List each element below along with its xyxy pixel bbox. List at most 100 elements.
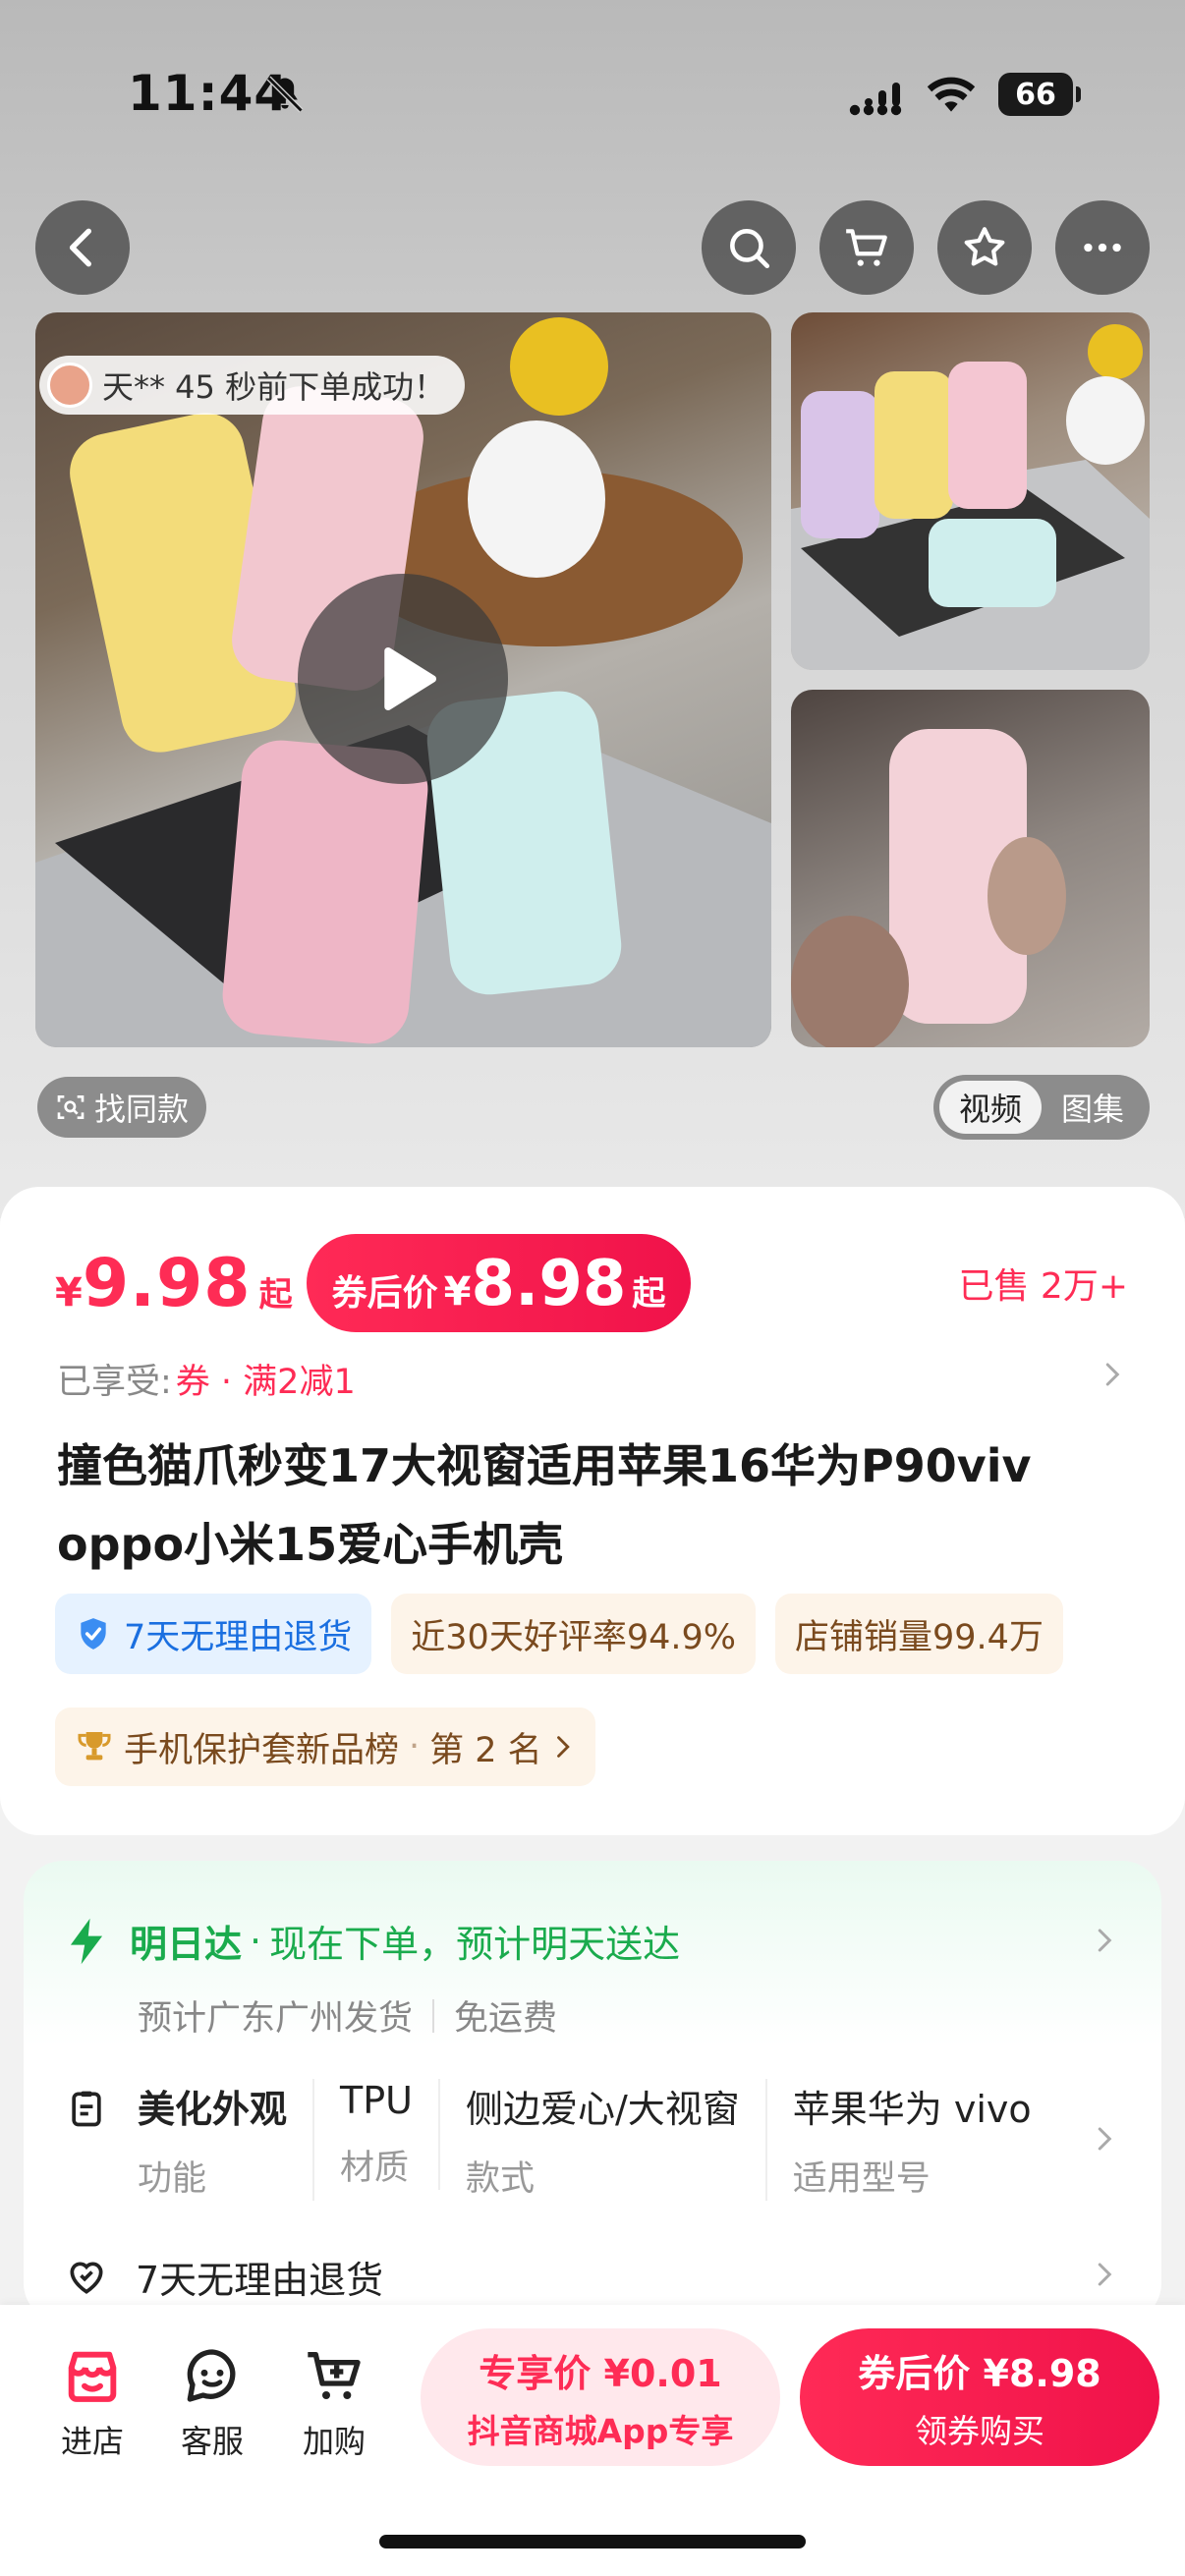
returns-label: 7天无理由退货 [136,2259,384,2302]
home-indicator [379,2535,806,2548]
promotions-row[interactable]: 已享受: 券 · 满2减1 [57,1354,356,1404]
coupon-price-value: 8.98 [471,1248,627,1320]
add-to-cart-button[interactable]: 加购 [285,2344,383,2462]
status-bar: 11:44 66 [0,0,1185,196]
attribute-value: 苹果华为 vivo [792,2088,1032,2131]
customer-service-button[interactable]: 客服 [163,2344,261,2462]
ranking-position: 第 2 名 [429,1730,542,1770]
divider [432,1998,435,2033]
cart-button[interactable] [819,200,914,295]
buy-action-label: 领券购买 [915,2411,1044,2450]
ranking-label: 手机保护套新品榜 [124,1730,400,1770]
bell-muted-icon [266,76,304,113]
store-button[interactable]: 进店 [43,2344,141,2462]
coupon-currency: ¥ [443,1269,472,1315]
ranking-separator: · [409,1727,421,1766]
customer-service-label: 客服 [180,2423,244,2460]
attribute-key: 款式 [465,2159,535,2199]
trophy-icon [78,1732,111,1761]
price-value: 9.98 [82,1244,252,1322]
cart-plus-icon [308,2352,361,2399]
coupon-price-suffix: 起 [632,1274,666,1314]
chevron-right-icon [1098,2263,1112,2286]
promotions-label: 已享受: [57,1363,172,1402]
price-row: ¥ 9.98 起 券后价 ¥ 8.98 起 [55,1234,692,1332]
recent-order-text: 天** 45 秒前下单成功！ [102,368,446,406]
avatar [47,363,92,408]
shield-check-icon [81,1618,106,1650]
gallery-thumbnail-2[interactable] [791,690,1150,1047]
promotions-value: 券 · 满2减1 [175,1363,356,1402]
current-price: ¥ 9.98 起 [55,1245,293,1322]
exclusive-price-button[interactable]: 专享价 ¥0.01 抖音商城App专享 [421,2328,780,2466]
attribute-key: 适用型号 [792,2159,931,2199]
ship-origin: 预计广东广州发货 [138,1999,414,2039]
wifi-icon [927,77,976,112]
returns-row[interactable]: 7天无理由退货 [65,2250,383,2304]
exclusive-price-label: 专享价 ¥0.01 [479,2351,722,2395]
heart-return-icon [70,2261,103,2294]
chevron-right-icon [556,1736,570,1758]
store-icon [68,2351,117,2402]
more-button[interactable] [1055,200,1150,295]
cart-icon [846,229,887,266]
cellular-signal-icon [849,83,902,116]
search-button[interactable] [702,200,796,295]
attributes-list: 美化外观 功能 TPU 材质 侧边爱心/大视窗 款式 苹果华为 vivo 适用型… [65,2079,1083,2201]
store-label: 进店 [60,2423,124,2460]
chat-bubble-icon [187,2349,236,2402]
tag-free-return-label: 7天无理由退货 [124,1617,353,1657]
phone-cases-photo-2 [791,324,1150,670]
lightning-icon [70,1918,103,1964]
product-title: 撞色猫爪秒变17大视窗适用苹果16华为P90viv oppo小米15爱心手机壳 [57,1439,1032,1571]
currency-symbol: ¥ [55,1269,83,1316]
tag-rating[interactable]: 近30天好评率94.9% [391,1594,757,1674]
coupon-price-label: 券后价 [331,1273,438,1314]
media-type-toggle: 视频 图集 [933,1075,1150,1140]
attribute-key: 材质 [340,2149,410,2188]
buy-with-coupon-button[interactable]: 券后价 ¥8.98 领券购买 [800,2328,1159,2466]
attribute-key: 功能 [138,2159,207,2199]
add-to-cart-label: 加购 [302,2423,366,2460]
recent-order-toast: 天** 45 秒前下单成功！ [39,356,466,415]
attribute-compatible-models: 苹果华为 vivo 适用型号 [793,2079,1057,2201]
toggle-video[interactable]: 视频 [939,1081,1042,1134]
play-button[interactable] [298,574,508,784]
attributes-row[interactable]: 美化外观 功能 TPU 材质 侧边爱心/大视窗 款式 苹果华为 vivo 适用型… [0,2073,1091,2201]
attribute-value: TPU [340,2079,413,2122]
attribute-function: 美化外观 功能 [138,2079,315,2201]
favorite-button[interactable] [937,200,1032,295]
chevron-right-icon [1105,1363,1120,1386]
phone-case-in-hand-photo [791,729,1066,1047]
chevron-right-icon [1098,2127,1112,2151]
toggle-gallery[interactable]: 图集 [1042,1081,1144,1134]
image-search-icon [57,1095,85,1119]
gallery-thumbnail-1[interactable] [791,312,1150,670]
more-dots-icon [1084,243,1121,252]
ranking-badge[interactable]: 手机保护套新品榜 · 第 2 名 [55,1708,595,1786]
price-suffix: 起 [258,1274,293,1315]
attribute-value: 侧边爱心/大视窗 [465,2088,740,2131]
chevron-right-icon [1098,1929,1112,1952]
service-tags: 7天无理由退货 近30天好评率94.9% 店铺销量99.4万 [55,1594,1185,1674]
chevron-left-icon [69,228,91,267]
delivery-row[interactable]: 明日达 · 现在下单，预计明天送达 [65,1914,680,1968]
find-same-button[interactable]: 找同款 [37,1077,207,1138]
find-same-label: 找同款 [94,1091,190,1128]
clipboard-icon [72,2091,101,2127]
delivery-text: 现在下单，预计明天送达 [269,1923,681,1966]
delivery-separator: · [250,1919,262,1963]
tag-store-sales[interactable]: 店铺销量99.4万 [775,1594,1063,1674]
battery-indicator: 66 [998,73,1081,116]
star-icon [964,227,1005,266]
tag-free-return[interactable]: 7天无理由退货 [55,1594,372,1674]
attribute-value: 美化外观 [138,2088,288,2131]
coupon-price-badge: 券后价 ¥ 8.98 起 [306,1234,692,1332]
sold-count: 已售 2万+ [958,1266,1128,1307]
shipping-fee: 免运费 [454,1999,558,2039]
delivery-title: 明日达 [130,1923,243,1966]
back-button[interactable] [35,200,130,295]
play-icon [384,646,436,711]
shipping-info: 预计广东广州发货 免运费 [138,1990,557,2041]
attribute-style: 侧边爱心/大视窗 款式 [466,2079,767,2201]
